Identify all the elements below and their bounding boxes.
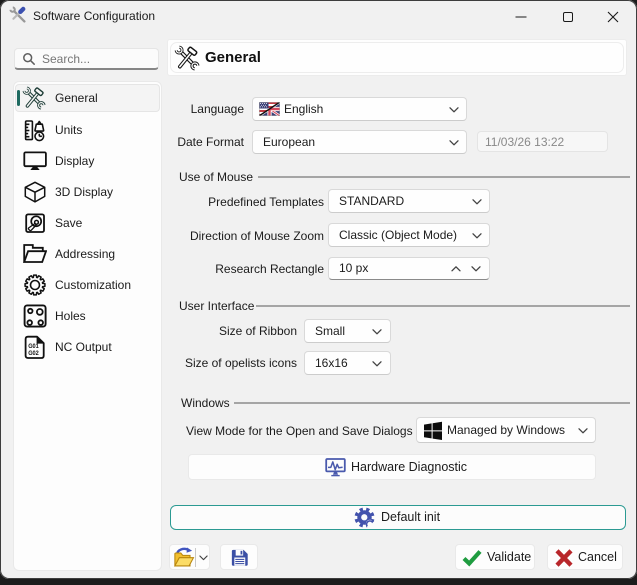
svg-text:G01: G01: [28, 343, 39, 350]
svg-text:G02: G02: [28, 350, 39, 357]
